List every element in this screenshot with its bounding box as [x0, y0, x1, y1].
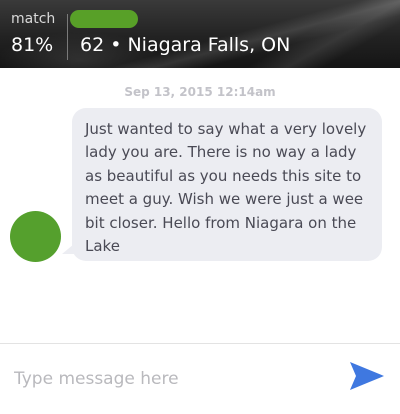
avatar[interactable]: [10, 211, 61, 262]
message-composer: [0, 343, 400, 414]
message-text: Just wanted to say what a very lovely la…: [85, 120, 367, 256]
username-redacted-pill[interactable]: [70, 10, 138, 28]
match-label: match: [11, 11, 56, 27]
message-bubble: Just wanted to say what a very lovely la…: [72, 108, 382, 261]
match-percentage: 81%: [11, 34, 54, 56]
profile-header: match 81% 62 • Niagara Falls, ON: [0, 0, 400, 68]
header-divider: [67, 14, 68, 60]
message-input[interactable]: [14, 364, 324, 394]
profile-age-location: 62 • Niagara Falls, ON: [80, 34, 291, 56]
message-timestamp: Sep 13, 2015 12:14am: [124, 85, 276, 99]
send-icon: [349, 361, 385, 395]
send-button[interactable]: [346, 360, 388, 396]
